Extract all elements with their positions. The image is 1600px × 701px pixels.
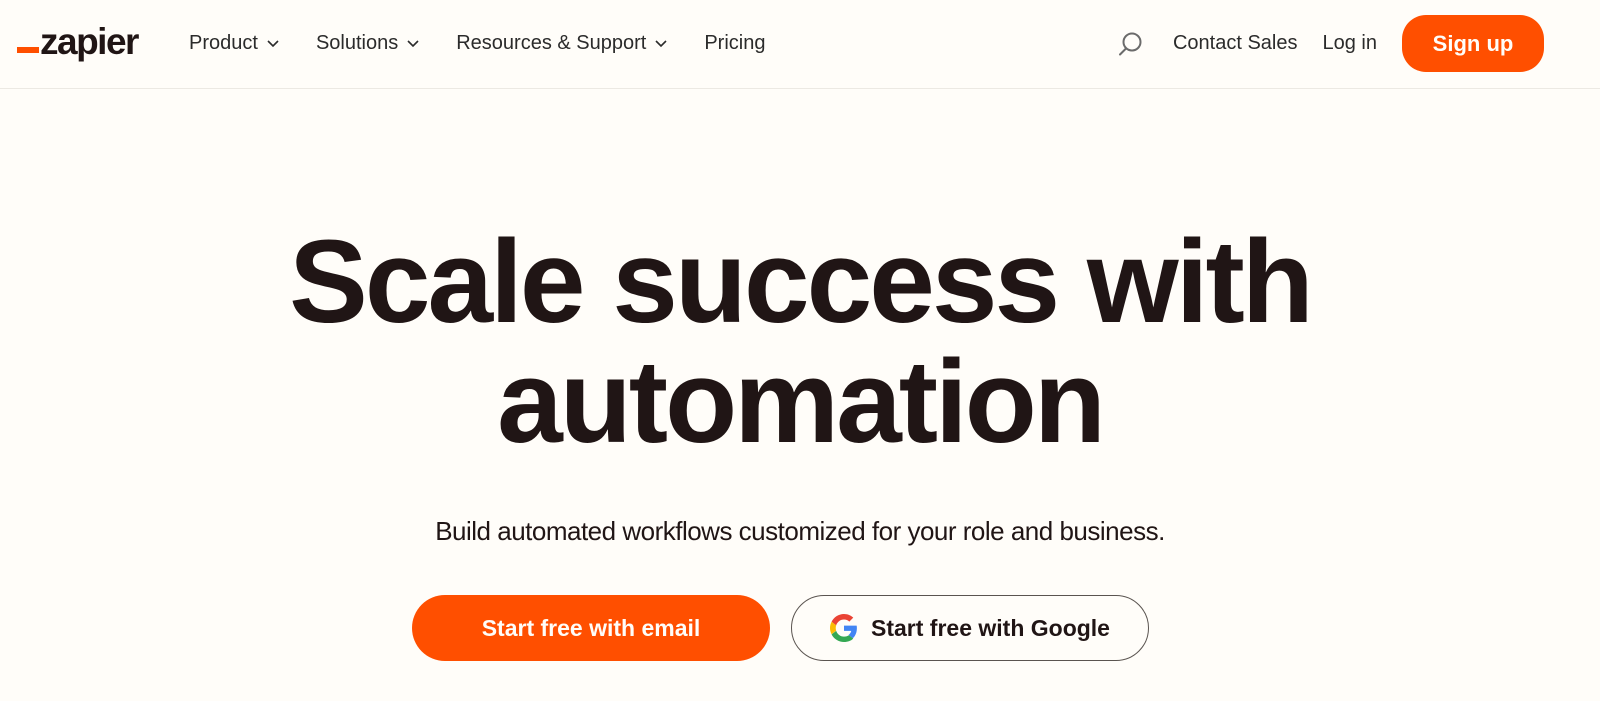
nav-product[interactable]: Product — [189, 32, 280, 55]
nav-pricing-label: Pricing — [704, 31, 766, 54]
log-in-link[interactable]: Log in — [1323, 32, 1378, 55]
hero-title: Scale success with automation — [0, 222, 1600, 462]
search-icon[interactable] — [1115, 29, 1145, 59]
chevron-down-icon — [655, 40, 667, 48]
header-actions: Contact Sales Log in Sign up — [1115, 15, 1544, 72]
nav-resources-label: Resources & Support — [456, 31, 647, 54]
nav-solutions-label: Solutions — [315, 31, 399, 54]
start-free-google-label: Start free with Google — [871, 614, 1110, 641]
start-free-email-button[interactable]: Start free with email — [412, 595, 770, 661]
logo-text: zapier — [40, 21, 139, 62]
google-g-icon — [830, 614, 857, 642]
main-nav: Product Solutions Resources & Support Pr… — [189, 28, 801, 58]
chevron-down-icon — [407, 40, 419, 48]
hero-title-line1: Scale success with — [289, 216, 1314, 348]
logo-underscore — [17, 47, 39, 53]
nav-solutions[interactable]: Solutions — [316, 32, 420, 55]
hero-title-line2: automation — [497, 336, 1106, 468]
contact-sales-link[interactable]: Contact Sales — [1173, 32, 1298, 55]
nav-product-label: Product — [189, 31, 258, 54]
site-header: zapier Product Solutions Resources & Sup… — [0, 0, 1600, 89]
hero-subtitle: Build automated workflows customized for… — [435, 516, 1165, 546]
sign-up-button[interactable]: Sign up — [1402, 15, 1544, 72]
chevron-down-icon — [267, 40, 279, 48]
nav-resources-support[interactable]: Resources & Support — [456, 32, 668, 55]
nav-pricing[interactable]: Pricing — [704, 32, 765, 55]
zapier-logo[interactable]: zapier — [17, 21, 139, 62]
start-free-google-button[interactable]: Start free with Google — [791, 595, 1149, 661]
